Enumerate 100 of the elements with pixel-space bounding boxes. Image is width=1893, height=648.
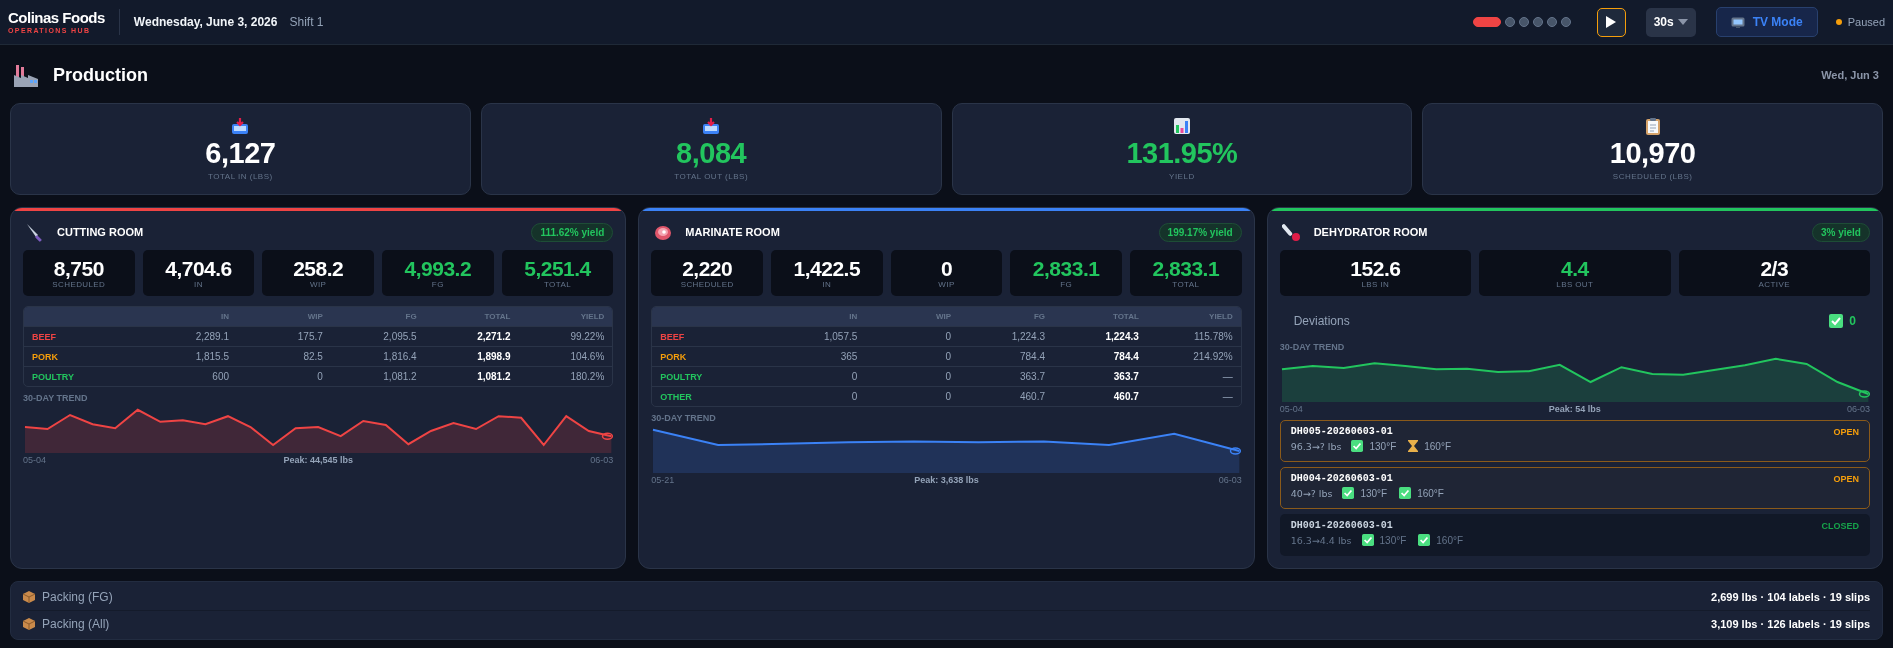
packing-summary: 2,699 lbs · 104 labels · 19 slips [1711,591,1870,603]
stat-value: 152.6 [1350,256,1401,281]
batch-id: DH001-20260603-01 [1290,520,1393,531]
table-cell-text: 99.22% [569,331,605,342]
table-cell-text: 460.7 [1018,391,1045,402]
column-header: TOTAL [483,312,511,321]
stat-label: IN [194,280,203,290]
stat-label: LBS OUT [1556,280,1594,290]
kpi-value: 10,970 [1609,137,1696,170]
category-label: POULTRY [660,371,704,382]
table-cell-text: 460.7 [1112,391,1139,402]
category-label: OTHER [660,391,693,402]
factory-icon [13,63,39,87]
batch-status: OPEN [1833,426,1859,437]
deviations-label: Deviations [1293,314,1350,328]
batch-card[interactable]: DH005-20260603-01 OPEN 96.3→? lbs 130°F 160°F [1279,420,1870,462]
table-cell-text: 0 [944,371,952,382]
trend-start-date: 05-21 [651,475,675,485]
stat-label: FG [1060,280,1073,290]
category-label: BEEF [32,331,57,342]
tray-icon [231,116,250,135]
table-cell-text: 1,898.9 [476,351,511,362]
table-cell-text: 1,057.5 [822,331,858,342]
shift-label: Shift 1 [289,15,324,29]
stat-label: TOTAL [1172,280,1200,290]
column-header: IN [848,312,858,321]
column-header: WIP [306,312,323,321]
page-indicator[interactable] [1472,17,1501,27]
header-date: Wednesday, June 3, 2026 [133,15,278,29]
trend-start-date: 05-04 [1279,404,1303,414]
trend-label: 30-DAY TREND [23,393,89,403]
batch-card[interactable]: DH004-20260603-01 OPEN 40→? lbs 130°F 160°F [1279,467,1870,509]
trend-label: 30-DAY TREND [1279,342,1346,352]
kpi-label: SCHEDULED (LBS) [1612,172,1693,182]
batch-card[interactable]: DH001-20260603-01 CLOSED 16.3→4.4 lbs 130°F 160°F [1279,514,1870,556]
stat-value: 4,704.6 [165,256,232,281]
table-cell-text: 784.4 [1018,351,1045,362]
kpi-label: TOTAL OUT (LBS) [674,172,749,182]
tray-icon [702,116,721,135]
table-cell-text: 0 [944,391,952,402]
page-indicator[interactable] [1504,17,1515,27]
table-cell-text: 784.4 [1112,351,1139,362]
stat-label: WIP [938,280,955,290]
tv-mode-button[interactable]: TV Mode [1715,7,1818,37]
table-cell-text: 0 [850,371,858,382]
page-indicator[interactable] [1518,17,1529,27]
table-cell-text: 1,815.5 [194,351,229,362]
packing-summary: 3,109 lbs · 126 labels · 19 slips [1711,618,1870,630]
status-label: Paused [1847,16,1885,28]
page-indicator[interactable] [1546,17,1557,27]
table-cell-text: 2,095.5 [382,331,417,342]
batch-id: DH005-20260603-01 [1290,426,1393,437]
trend-end-date: 06-03 [1218,475,1242,485]
room-title: CUTTING ROOM [57,226,144,238]
page-date: Wed, Jun 3 [1821,69,1879,81]
trend-start-date: 05-04 [23,455,47,465]
table-cell-text: 1,081.2 [382,371,417,382]
table-cell-text: 180.2% [569,371,605,382]
table-cell-text: 365 [839,351,858,362]
stat-label: TOTAL [543,280,571,290]
table-cell-text: 0 [944,351,952,362]
category-label: PORK [660,351,688,362]
table-cell-text: — [1221,391,1233,402]
yield-badge: 111.62% yield [531,222,614,242]
stat-label: ACTIVE [1758,280,1790,290]
stat-value: 258.2 [293,256,344,281]
table-cell-text: 115.78% [1192,331,1233,342]
trend-peak: Peak: 3,638 lbs [914,475,979,485]
kpi-label: TOTAL IN (LBS) [208,172,273,182]
kpi-value: 8,084 [676,137,747,170]
deviations-count: 0 [1849,314,1856,328]
play-button[interactable] [1596,7,1626,37]
kpi-value: 6,127 [205,137,276,170]
category-label: BEEF [660,331,686,342]
interval-dropdown[interactable]: 30s [1645,7,1696,37]
page-indicator[interactable] [1560,17,1571,27]
stat-value: 2/3 [1760,256,1789,281]
table-cell-text: 1,816.4 [382,351,417,362]
packing-label: Packing (FG) [42,590,113,604]
stat-value: 2,833.1 [1152,256,1220,281]
column-header: WIP [935,312,952,321]
kpi-value: 131.95% [1126,137,1238,170]
trend-peak: Peak: 44,545 lbs [283,455,353,465]
stat-label: FG [431,280,444,290]
stat-label: LBS IN [1361,280,1390,290]
stat-label: WIP [310,280,327,290]
page-indicator[interactable] [1532,17,1543,27]
temperature-check: 130°F [1369,440,1397,452]
batch-status: OPEN [1833,473,1859,484]
yield-badge: 3% yield [1811,222,1870,242]
table-cell-text: 0 [944,331,952,342]
trend-label: 30-DAY TREND [651,413,717,423]
stat-value: 5,251.4 [524,256,591,281]
stat-value: 2,220 [682,256,733,281]
trend-end-date: 06-03 [590,455,614,465]
table-cell-text: 104.6% [569,351,605,362]
stat-value: 2,833.1 [1032,256,1100,281]
room-title: DEHYDRATOR ROOM [1313,226,1428,238]
yield-badge: 199.17% yield [1158,222,1242,242]
table-cell-text: 1,224.3 [1010,331,1045,342]
